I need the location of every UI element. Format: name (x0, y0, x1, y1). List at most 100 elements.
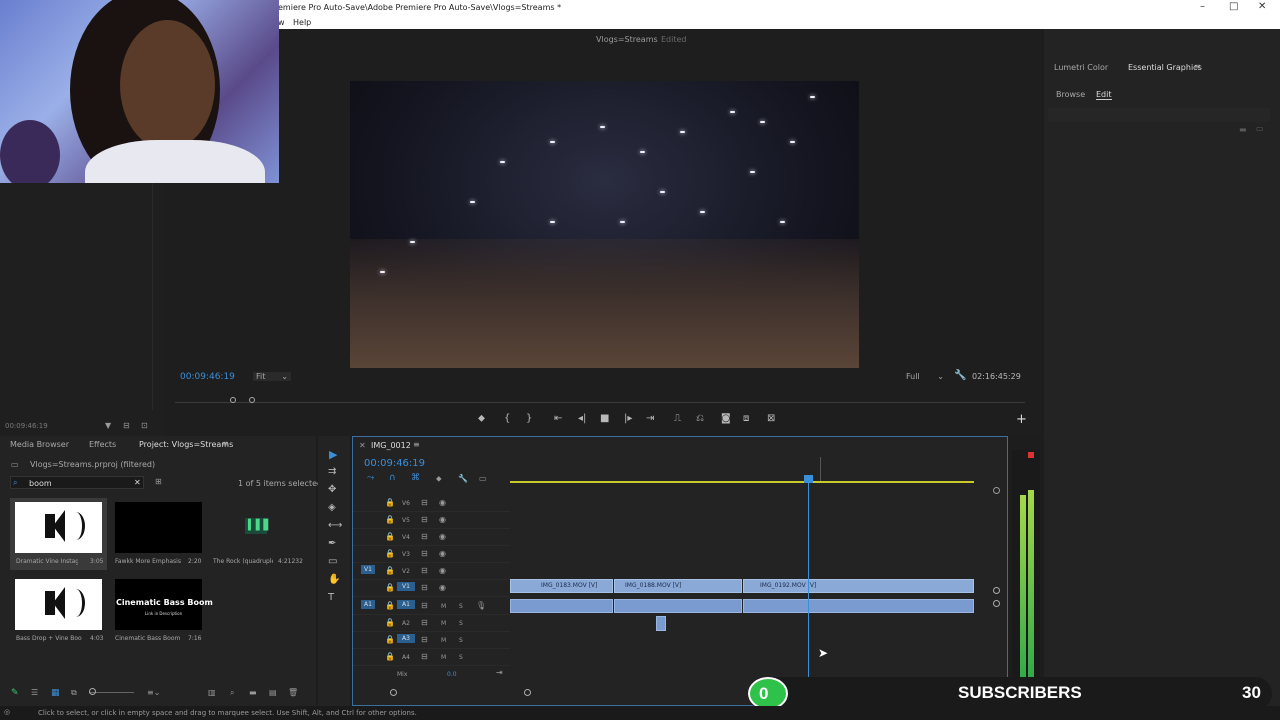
type-tool-icon[interactable]: T (328, 592, 334, 603)
eye-icon[interactable]: ◉ (439, 532, 446, 541)
camera-icon[interactable]: ◙ (721, 413, 731, 424)
new-item-icon[interactable]: ▤ (269, 688, 277, 697)
folder-icon[interactable]: ▬ (1239, 125, 1247, 134)
freeform-view-icon[interactable]: ⧉ (71, 688, 77, 698)
magnet-icon[interactable]: ∩ (389, 473, 396, 483)
tab-lumetri-color[interactable]: Lumetri Color (1054, 63, 1108, 72)
playhead-handle[interactable] (804, 475, 813, 483)
minimize-button[interactable]: – (1200, 1, 1205, 12)
program-timecode[interactable]: 00:09:46:19 (180, 372, 235, 382)
mix-value[interactable]: 0.0 (447, 671, 457, 678)
ripple-edit-icon[interactable]: ✥ (328, 484, 336, 495)
captions-icon[interactable]: ▭ (479, 474, 487, 483)
eye-icon[interactable]: ◉ (439, 583, 446, 592)
panel-menu-icon[interactable]: ≡ (413, 440, 420, 449)
sync-icon[interactable]: ⊟ (421, 566, 428, 575)
program-video-frame[interactable] (350, 81, 859, 368)
panel-menu-icon[interactable]: ≡ (222, 439, 229, 448)
lock-icon[interactable]: 🔒 (385, 549, 395, 558)
new-layer-icon[interactable]: ▭ (1256, 124, 1264, 133)
zoom-handle-right[interactable] (249, 397, 255, 403)
new-bin-icon[interactable]: ▬ (249, 688, 257, 697)
menu-item-help[interactable]: Help (293, 18, 311, 27)
wrench-icon[interactable]: 🔧 (458, 474, 468, 483)
export-icon[interactable]: ⊡ (141, 421, 148, 430)
filter-icon[interactable]: ▼ (105, 421, 111, 430)
compare-icon[interactable]: ⧈ (743, 413, 749, 424)
audio-waveform-icon[interactable]: ▍▌▋ (245, 518, 271, 534)
track-select-icon[interactable]: ⇉ (328, 466, 336, 477)
slip-tool-icon[interactable]: ⟷ (328, 520, 342, 531)
eye-icon[interactable]: ◉ (439, 566, 446, 575)
lock-icon[interactable]: 🔒 (385, 566, 395, 575)
pencil-icon[interactable]: ✎ (11, 688, 19, 698)
mark-out-icon[interactable]: } (526, 413, 532, 424)
video-clip[interactable]: IMG_0183.MOV [V] (510, 579, 613, 593)
scroll-handle[interactable] (993, 587, 1000, 594)
source-patch-v1[interactable]: V1 (361, 565, 375, 574)
speaker-icon[interactable] (15, 579, 102, 630)
sync-icon[interactable]: ⊟ (421, 498, 428, 507)
item-thumbnail[interactable] (115, 502, 202, 553)
audio-clip[interactable] (614, 599, 742, 613)
tab-project[interactable]: Project: Vlogs=Streams (139, 440, 233, 449)
sync-icon[interactable]: ⊟ (421, 635, 428, 644)
tab-media-browser[interactable]: Media Browser (10, 440, 69, 449)
extract-icon[interactable]: ⎌ (696, 413, 704, 424)
lock-icon[interactable]: 🔒 (385, 515, 395, 524)
sync-icon[interactable]: ⊟ (421, 618, 428, 627)
trash-icon[interactable]: 🗑 (288, 688, 298, 697)
track-label[interactable]: V1 (397, 582, 415, 591)
scroll-handle[interactable] (993, 600, 1000, 607)
lock-icon[interactable]: 🔒 (385, 601, 395, 610)
lift-icon[interactable]: ⎍ (674, 413, 681, 424)
mute-button[interactable]: M (441, 654, 446, 661)
stop-icon[interactable]: ■ (600, 413, 609, 424)
zoom-handle-left[interactable] (390, 689, 397, 696)
time-ruler[interactable] (510, 457, 976, 484)
sync-icon[interactable]: ⊟ (421, 601, 428, 610)
video-clip[interactable]: IMG_0192.MOV [V] (743, 579, 974, 593)
jump-to-end-icon[interactable]: ⇥ (496, 668, 503, 677)
mute-button[interactable]: M (441, 620, 446, 627)
lock-icon[interactable]: 🔒 (385, 652, 395, 661)
sync-icon[interactable]: ⊟ (421, 532, 428, 541)
icon-view-icon[interactable]: ▦ (51, 688, 60, 698)
scroll-handle[interactable] (993, 487, 1000, 494)
pen-tool-icon[interactable]: ✒ (328, 538, 336, 549)
rectangle-tool-icon[interactable]: ▭ (328, 556, 337, 567)
add-marker-icon[interactable]: ⬥ (478, 413, 485, 424)
sort-icon[interactable]: ≡⌄ (147, 688, 160, 697)
search-input[interactable]: ⌕ boom ✕ (10, 476, 144, 489)
maximize-button[interactable]: □ (1229, 1, 1238, 12)
mute-button[interactable]: M (441, 637, 446, 644)
video-clip[interactable]: IMG_0188.MOV [V] (614, 579, 742, 593)
zoom-handle-left[interactable] (230, 397, 236, 403)
microphone-icon[interactable]: 🎙 (476, 601, 486, 610)
wrench-icon[interactable]: 🔧 (954, 370, 966, 381)
eye-icon[interactable]: ◉ (439, 549, 446, 558)
subtab-browse[interactable]: Browse (1056, 90, 1085, 99)
eye-icon[interactable]: ◉ (439, 515, 446, 524)
panel-menu-icon[interactable]: ≡ (1194, 62, 1201, 71)
razor-tool-icon[interactable]: ◈ (328, 502, 336, 513)
add-marker-icon[interactable]: ⬥ (436, 474, 442, 484)
sync-icon[interactable]: ⊟ (421, 652, 428, 661)
item-thumbnail[interactable]: Cinematic Bass Boom Link in Description (115, 579, 213, 630)
go-to-in-icon[interactable]: ⇤ (554, 413, 562, 424)
program-scrubber[interactable] (175, 393, 1025, 403)
lock-icon[interactable]: 🔒 (385, 635, 395, 644)
close-button[interactable]: ✕ (1258, 1, 1266, 12)
linked-selection-icon[interactable]: ⌘ (411, 473, 420, 483)
solo-button[interactable]: S (459, 603, 463, 610)
multi-camera-icon[interactable]: ⊠ (767, 413, 775, 424)
timeline-timecode[interactable]: 00:09:46:19 (364, 458, 425, 469)
new-bin-icon[interactable]: ⊞ (155, 477, 162, 486)
step-back-icon[interactable]: ◂| (578, 413, 586, 424)
hand-tool-icon[interactable]: ✋ (328, 574, 340, 585)
settings-icon[interactable]: ⊟ (123, 421, 130, 430)
mute-button[interactable]: M (441, 603, 446, 610)
playhead-line[interactable] (808, 475, 809, 695)
zoom-handle-right[interactable] (524, 689, 531, 696)
solo-button[interactable]: S (459, 637, 463, 644)
